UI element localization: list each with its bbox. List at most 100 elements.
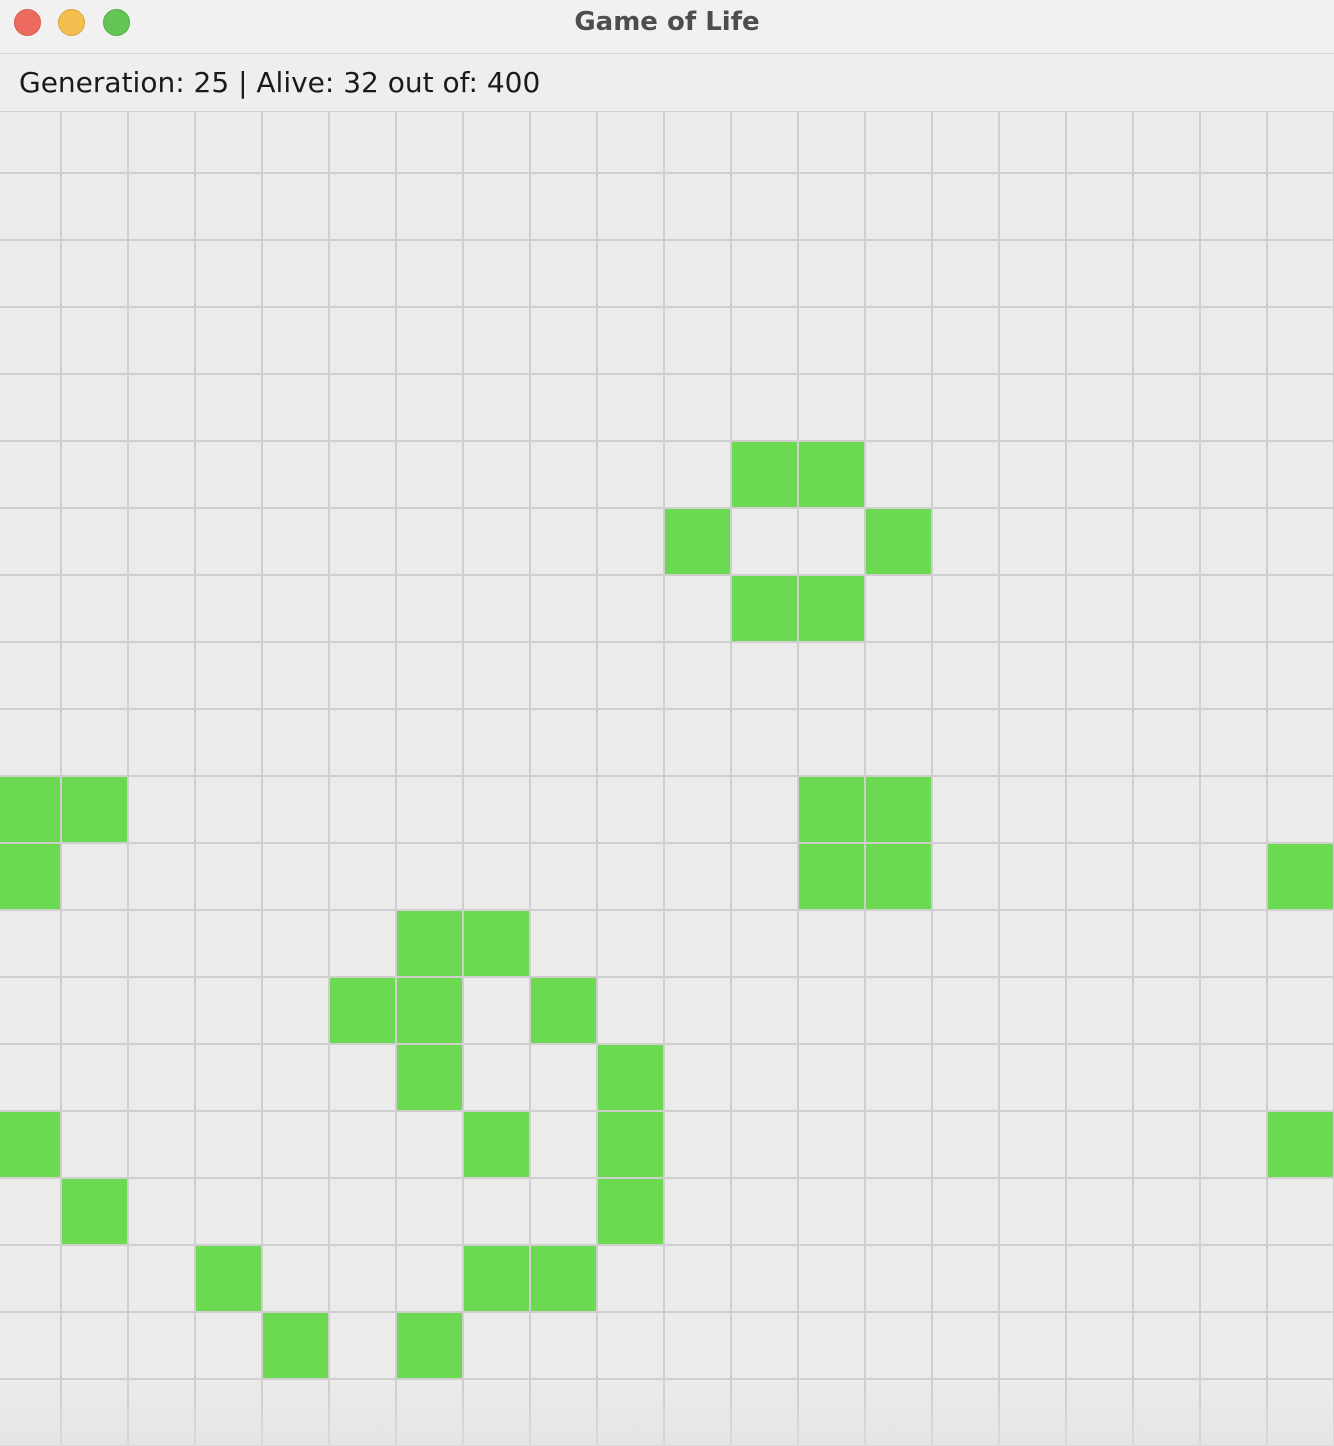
dead-cell[interactable] xyxy=(866,710,933,777)
dead-cell[interactable] xyxy=(665,911,732,978)
dead-cell[interactable] xyxy=(1201,978,1268,1045)
dead-cell[interactable] xyxy=(0,978,62,1045)
dead-cell[interactable] xyxy=(196,978,263,1045)
dead-cell[interactable] xyxy=(665,308,732,375)
dead-cell[interactable] xyxy=(531,509,598,576)
dead-cell[interactable] xyxy=(464,442,531,509)
dead-cell[interactable] xyxy=(129,1313,196,1380)
dead-cell[interactable] xyxy=(397,174,464,241)
dead-cell[interactable] xyxy=(866,643,933,710)
dead-cell[interactable] xyxy=(1134,112,1201,174)
dead-cell[interactable] xyxy=(263,978,330,1045)
dead-cell[interactable] xyxy=(196,375,263,442)
alive-cell[interactable] xyxy=(1268,844,1334,911)
dead-cell[interactable] xyxy=(0,442,62,509)
dead-cell[interactable] xyxy=(799,643,866,710)
dead-cell[interactable] xyxy=(1000,1112,1067,1179)
dead-cell[interactable] xyxy=(464,777,531,844)
dead-cell[interactable] xyxy=(62,375,129,442)
dead-cell[interactable] xyxy=(732,844,799,911)
dead-cell[interactable] xyxy=(1000,1045,1067,1112)
dead-cell[interactable] xyxy=(1000,1380,1067,1446)
dead-cell[interactable] xyxy=(1134,174,1201,241)
dead-cell[interactable] xyxy=(1201,1179,1268,1246)
dead-cell[interactable] xyxy=(1268,112,1334,174)
dead-cell[interactable] xyxy=(598,375,665,442)
dead-cell[interactable] xyxy=(1067,375,1134,442)
dead-cell[interactable] xyxy=(196,1313,263,1380)
dead-cell[interactable] xyxy=(531,442,598,509)
dead-cell[interactable] xyxy=(866,442,933,509)
dead-cell[interactable] xyxy=(799,1380,866,1446)
dead-cell[interactable] xyxy=(531,1313,598,1380)
dead-cell[interactable] xyxy=(62,509,129,576)
dead-cell[interactable] xyxy=(330,1313,397,1380)
dead-cell[interactable] xyxy=(665,643,732,710)
dead-cell[interactable] xyxy=(464,1179,531,1246)
dead-cell[interactable] xyxy=(196,241,263,308)
dead-cell[interactable] xyxy=(732,978,799,1045)
dead-cell[interactable] xyxy=(330,643,397,710)
dead-cell[interactable] xyxy=(799,978,866,1045)
dead-cell[interactable] xyxy=(799,1112,866,1179)
dead-cell[interactable] xyxy=(1000,1246,1067,1313)
dead-cell[interactable] xyxy=(196,576,263,643)
dead-cell[interactable] xyxy=(1201,112,1268,174)
dead-cell[interactable] xyxy=(464,509,531,576)
dead-cell[interactable] xyxy=(62,576,129,643)
dead-cell[interactable] xyxy=(866,375,933,442)
dead-cell[interactable] xyxy=(866,911,933,978)
dead-cell[interactable] xyxy=(1268,1179,1334,1246)
dead-cell[interactable] xyxy=(598,911,665,978)
dead-cell[interactable] xyxy=(598,978,665,1045)
dead-cell[interactable] xyxy=(866,241,933,308)
dead-cell[interactable] xyxy=(1134,1045,1201,1112)
dead-cell[interactable] xyxy=(62,442,129,509)
dead-cell[interactable] xyxy=(531,1045,598,1112)
dead-cell[interactable] xyxy=(1000,576,1067,643)
dead-cell[interactable] xyxy=(1201,911,1268,978)
dead-cell[interactable] xyxy=(732,112,799,174)
dead-cell[interactable] xyxy=(531,844,598,911)
alive-cell[interactable] xyxy=(866,509,933,576)
alive-cell[interactable] xyxy=(196,1246,263,1313)
dead-cell[interactable] xyxy=(1000,777,1067,844)
dead-cell[interactable] xyxy=(62,1246,129,1313)
dead-cell[interactable] xyxy=(196,174,263,241)
dead-cell[interactable] xyxy=(1134,509,1201,576)
dead-cell[interactable] xyxy=(1134,1380,1201,1446)
dead-cell[interactable] xyxy=(397,442,464,509)
life-board[interactable] xyxy=(0,112,1334,1446)
alive-cell[interactable] xyxy=(866,844,933,911)
dead-cell[interactable] xyxy=(1134,844,1201,911)
dead-cell[interactable] xyxy=(1201,777,1268,844)
dead-cell[interactable] xyxy=(464,643,531,710)
dead-cell[interactable] xyxy=(665,241,732,308)
alive-cell[interactable] xyxy=(397,1313,464,1380)
dead-cell[interactable] xyxy=(799,1313,866,1380)
dead-cell[interactable] xyxy=(330,442,397,509)
dead-cell[interactable] xyxy=(196,911,263,978)
dead-cell[interactable] xyxy=(129,576,196,643)
dead-cell[interactable] xyxy=(62,1045,129,1112)
dead-cell[interactable] xyxy=(0,509,62,576)
dead-cell[interactable] xyxy=(397,375,464,442)
dead-cell[interactable] xyxy=(464,1313,531,1380)
dead-cell[interactable] xyxy=(598,509,665,576)
dead-cell[interactable] xyxy=(263,509,330,576)
dead-cell[interactable] xyxy=(732,241,799,308)
dead-cell[interactable] xyxy=(196,308,263,375)
alive-cell[interactable] xyxy=(799,576,866,643)
dead-cell[interactable] xyxy=(129,509,196,576)
dead-cell[interactable] xyxy=(263,643,330,710)
dead-cell[interactable] xyxy=(866,308,933,375)
dead-cell[interactable] xyxy=(1067,509,1134,576)
dead-cell[interactable] xyxy=(1268,1313,1334,1380)
dead-cell[interactable] xyxy=(531,1112,598,1179)
dead-cell[interactable] xyxy=(330,1246,397,1313)
dead-cell[interactable] xyxy=(330,1045,397,1112)
dead-cell[interactable] xyxy=(933,174,1000,241)
alive-cell[interactable] xyxy=(598,1112,665,1179)
dead-cell[interactable] xyxy=(799,509,866,576)
alive-cell[interactable] xyxy=(330,978,397,1045)
